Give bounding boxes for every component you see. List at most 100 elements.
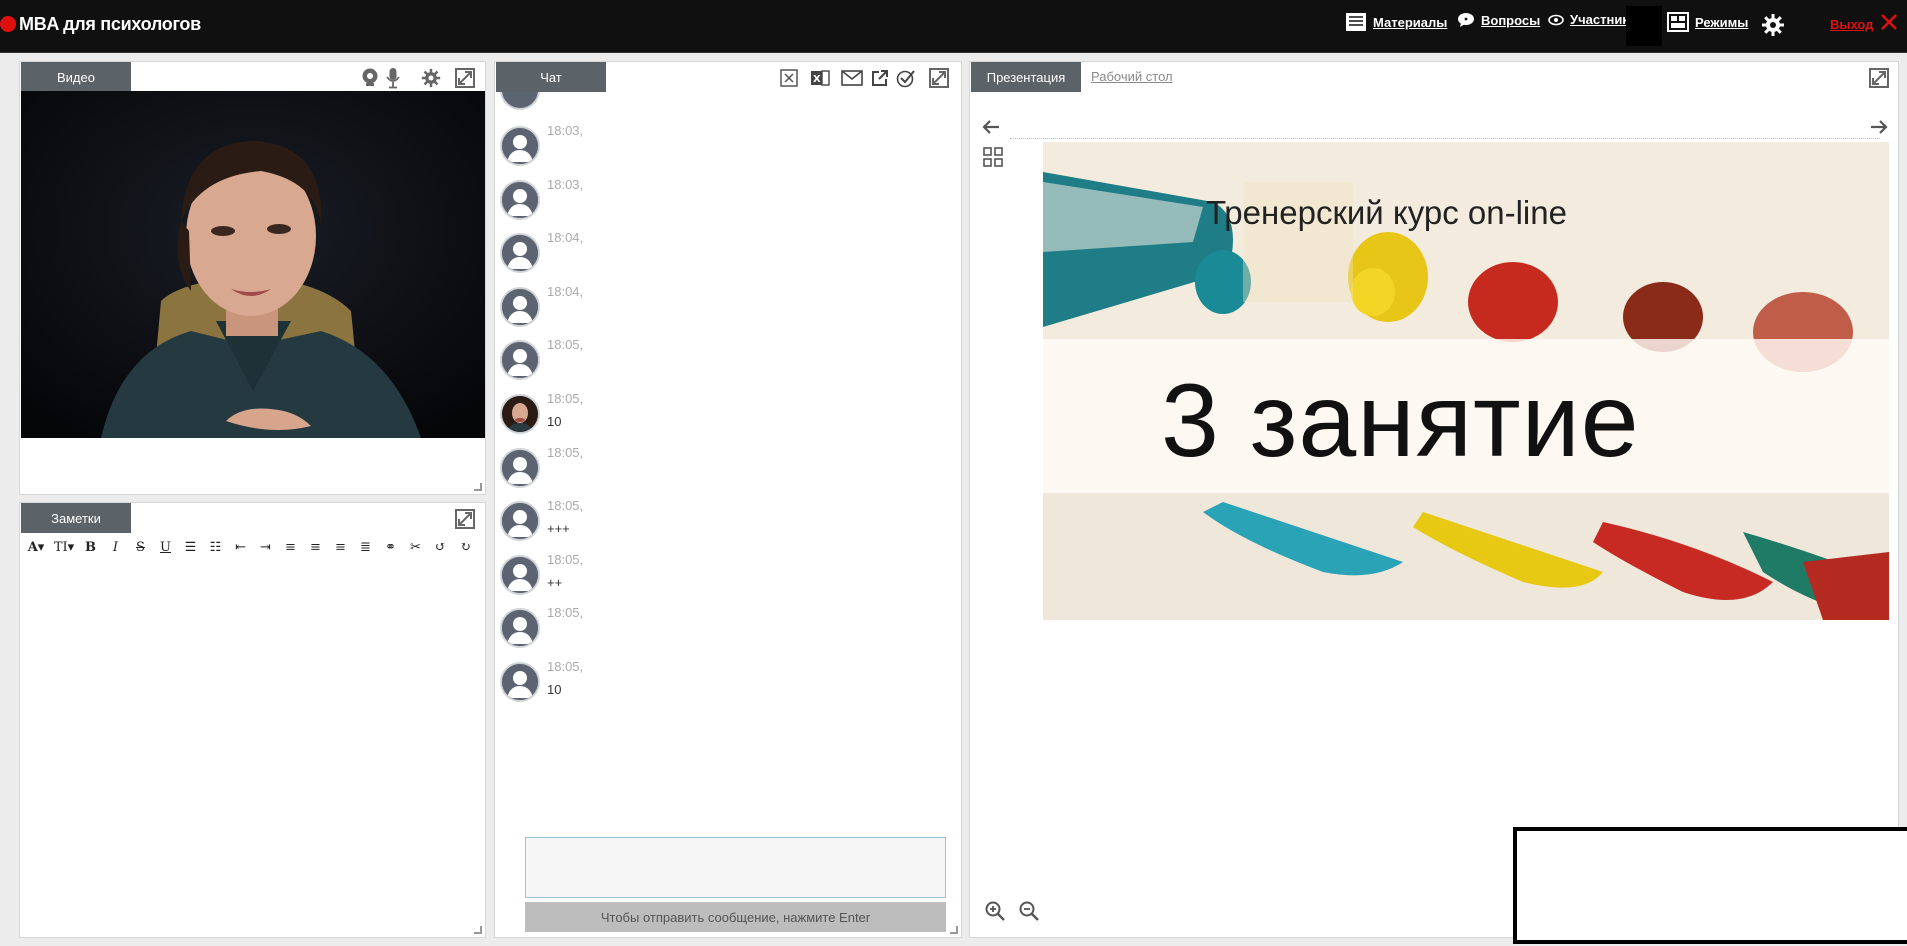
video-stream [21, 91, 485, 438]
tab-presentation[interactable]: Презентация [971, 62, 1081, 92]
message-timestamp: 18:05, [547, 551, 584, 567]
mail-icon[interactable] [840, 68, 864, 88]
notes-expand-icon[interactable] [454, 508, 476, 530]
resize-handle[interactable] [474, 926, 482, 934]
tab-chat[interactable]: Чат [496, 62, 606, 92]
message-timestamp: 18:05, [547, 444, 584, 460]
message-timestamp: 18:05, [547, 337, 584, 353]
expand-icon[interactable] [454, 67, 476, 89]
message-timestamp: 18:04, [547, 230, 584, 246]
resize-handle[interactable] [474, 483, 482, 491]
font-size-dropdown-icon[interactable]: A ▾ [22, 536, 50, 558]
message-timestamp: 18:05, [547, 605, 584, 621]
materials-icon [1345, 12, 1367, 32]
message-text: +++ [547, 521, 570, 537]
avatar [500, 92, 540, 110]
align-right-icon[interactable]: ≡ [328, 536, 353, 558]
italic-icon[interactable]: I [103, 536, 128, 558]
message-timestamp: 18:03, [547, 123, 584, 138]
eye-icon [1548, 14, 1564, 26]
bullet-list-icon[interactable]: ☰ [178, 536, 203, 558]
clear-chat-icon[interactable] [779, 68, 799, 88]
avatar [500, 126, 540, 166]
underline-icon[interactable]: U [153, 536, 178, 558]
next-slide-arrow-icon[interactable] [1868, 116, 1890, 138]
layout-icon [1667, 12, 1689, 32]
message-timestamp: 18:05, [547, 391, 584, 406]
avatar [500, 179, 540, 220]
close-icon[interactable] [1880, 13, 1898, 36]
message-timestamp: 18:04, [547, 283, 584, 299]
excel-export-icon[interactable]: X [809, 68, 831, 88]
check-icon[interactable] [895, 68, 917, 88]
avatar [500, 394, 540, 434]
materials-link[interactable]: Материалы [1345, 12, 1447, 32]
slide-nav-divider [1010, 138, 1880, 139]
presentation-slide: Тренерский курс on-line 3 занятие [1043, 142, 1889, 620]
participants-link[interactable]: Участники [1548, 12, 1637, 27]
redo-icon[interactable]: ↻ [453, 536, 478, 558]
video-settings-gear-icon[interactable] [420, 67, 442, 89]
chat-messages[interactable]: 18:03, 18:03, 18:04, 18:04, 18:05, 18:05, 10 18… [495, 92, 961, 792]
tab-desktop[interactable]: Рабочий стол [1091, 69, 1173, 84]
link-icon[interactable]: ⚭ [378, 536, 403, 558]
avatar [500, 608, 540, 649]
avatar [500, 340, 540, 381]
slide-grid-icon[interactable] [982, 146, 1004, 168]
notes-panel: Заметки A ▾ TI▾ B I S U ☰ ☷ ⇤ ⇥ ≡ ≡ ≡ ≣ ⚭… [19, 502, 486, 938]
zoom-in-icon[interactable] [984, 900, 1006, 922]
speech-bubble-icon [1457, 12, 1475, 28]
slide-title: 3 занятие [1161, 363, 1640, 479]
avatar [500, 662, 540, 702]
resize-handle[interactable] [950, 926, 958, 934]
outdent-icon[interactable]: ⇤ [228, 536, 253, 558]
chat-expand-icon[interactable] [928, 67, 950, 89]
numbered-list-icon[interactable]: ☷ [203, 536, 228, 558]
text-formatting-toolbar: A ▾ TI▾ B I S U ☰ ☷ ⇤ ⇥ ≡ ≡ ≡ ≣ ⚭ ✂ ↺ ↻ [22, 536, 478, 558]
chat-message-input[interactable] [525, 837, 946, 898]
send-hint-bar: Чтобы отправить сообщение, нажмите Enter [525, 902, 946, 932]
video-thumbnail [1626, 6, 1662, 46]
questions-label: Вопросы [1481, 12, 1541, 28]
questions-link[interactable]: Вопросы [1457, 12, 1540, 28]
settings-gear-icon[interactable] [1760, 12, 1786, 38]
presentation-expand-icon[interactable] [1868, 67, 1890, 89]
video-panel: Видео [19, 61, 486, 495]
top-bar: MBA для психологов Материалы Вопросы Уча… [0, 0, 1907, 53]
message-timestamp: 18:05, [547, 498, 584, 514]
recording-indicator-icon [0, 16, 16, 32]
tab-video[interactable]: Видео [21, 62, 131, 92]
avatar [500, 233, 540, 274]
slide-subtitle: Тренерский курс on-line [1206, 194, 1567, 231]
presentation-panel: Презентация Рабочий стол Тренерский курс… [969, 61, 1899, 938]
zoom-out-icon[interactable] [1018, 900, 1040, 922]
chat-panel: Чат X 18:03, 18:03, 18:04, 18:04, 18:05, 18:0… [494, 61, 962, 938]
exit-link[interactable]: Выход [1830, 17, 1873, 32]
avatar [500, 554, 540, 595]
message-timestamp: 18:05, [547, 659, 584, 674]
strikethrough-icon[interactable]: S [128, 536, 153, 558]
microphone-icon[interactable] [384, 67, 402, 89]
avatar [500, 286, 540, 327]
webcam-icon[interactable] [360, 67, 380, 89]
scissors-icon[interactable]: ✂ [403, 536, 428, 558]
align-left-icon[interactable]: ≡ [278, 536, 303, 558]
modes-link[interactable]: Режимы [1667, 12, 1748, 32]
message-timestamp: 18:03, [547, 176, 584, 192]
undo-icon[interactable]: ↺ [428, 536, 453, 558]
materials-label: Материалы [1373, 14, 1448, 30]
avatar [500, 501, 540, 542]
align-center-icon[interactable]: ≡ [303, 536, 328, 558]
justify-icon[interactable]: ≣ [353, 536, 378, 558]
message-text: 10 [547, 682, 562, 697]
tab-notes[interactable]: Заметки [21, 503, 131, 533]
message-text: ++ [547, 574, 563, 590]
text-height-dropdown-icon[interactable]: TI▾ [50, 536, 78, 558]
message-text: 10 [547, 414, 562, 429]
app-title: MBA для психологов [19, 14, 201, 34]
popout-icon[interactable] [870, 68, 890, 88]
overlay-box [1513, 827, 1907, 944]
indent-icon[interactable]: ⇥ [253, 536, 278, 558]
previous-slide-arrow-icon[interactable] [980, 116, 1002, 138]
bold-icon[interactable]: B [78, 536, 103, 558]
